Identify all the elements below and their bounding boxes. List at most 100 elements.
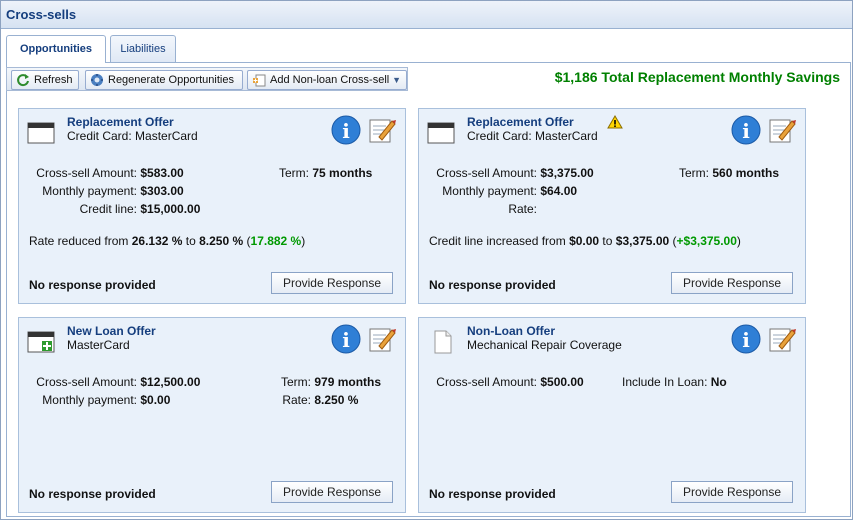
refresh-button[interactable]: Refresh [11, 70, 79, 90]
window-title: Cross-sells [6, 7, 77, 22]
credit-line-row: Credit line: $15,000.00 [19, 202, 201, 216]
svg-text:i: i [742, 119, 750, 143]
credit-mid: to [599, 234, 616, 248]
cross-sell-card: Replacement Offer Credit Card: MasterCar… [18, 108, 406, 304]
include-in-loan-row: Include In Loan: No [622, 375, 727, 389]
monthly-payment-value: $64.00 [540, 184, 578, 198]
refresh-icon [17, 74, 29, 87]
provide-response-button[interactable]: Provide Response [271, 272, 393, 294]
cross-sell-amount-value: $500.00 [540, 375, 584, 389]
rate-mid: to [182, 234, 200, 248]
svg-text:i: i [342, 328, 350, 352]
card-title[interactable]: Replacement Offer [67, 115, 174, 129]
rate-label: Rate: [282, 393, 311, 407]
provide-response-button[interactable]: Provide Response [671, 481, 793, 503]
cross-sell-amount-value: $583.00 [140, 166, 184, 180]
term-value: 979 months [314, 375, 382, 389]
cross-sell-amount-value: $3,375.00 [540, 166, 594, 180]
info-icon[interactable]: i [731, 115, 761, 145]
monthly-payment-row: Monthly payment: $303.00 [19, 184, 184, 198]
cross-sells-window: Cross-sells Opportunities Liabilities Re… [0, 0, 853, 520]
term-label: Term: [281, 375, 311, 389]
credit-from: $0.00 [569, 234, 600, 248]
rate-change-text: Rate reduced from 26.132 % to 8.250 % (1… [29, 234, 305, 248]
cross-sell-amount-row: Cross-sell Amount: $12,500.00 [19, 375, 200, 389]
monthly-payment-value: $303.00 [140, 184, 184, 198]
monthly-payment-row: Monthly payment: $64.00 [419, 184, 577, 198]
include-in-loan-value: No [710, 375, 727, 389]
toolbar: Refresh Regenerate Opportunities Add Non… [6, 67, 408, 91]
svg-text:i: i [742, 328, 750, 352]
term-value: 560 months [712, 166, 780, 180]
rate-label: Rate: [508, 202, 537, 216]
card-title[interactable]: New Loan Offer [67, 324, 156, 338]
card-subtitle: Credit Card: MasterCard [67, 129, 198, 143]
term-label: Term: [679, 166, 709, 180]
response-status: No response provided [29, 278, 156, 292]
rate-from: 26.132 % [131, 234, 183, 248]
term-row: Term: 75 months [279, 166, 372, 180]
edit-icon[interactable] [367, 324, 397, 354]
chevron-down-icon: ▼ [392, 75, 401, 85]
credit-line-label: Credit line: [79, 202, 137, 216]
cross-sell-card: Replacement Offer Credit Card: MasterCar… [418, 108, 806, 304]
cross-sell-amount-row: Cross-sell Amount: $500.00 [419, 375, 584, 389]
response-status: No response provided [429, 278, 556, 292]
card-window-icon [427, 122, 455, 144]
credit-delta: +$3,375.00 [676, 234, 737, 248]
monthly-payment-label: Monthly payment: [42, 393, 137, 407]
credit-to: $3,375.00 [615, 234, 670, 248]
provide-response-button[interactable]: Provide Response [671, 272, 793, 294]
info-icon[interactable]: i [331, 115, 361, 145]
warning-icon [607, 115, 623, 129]
cross-sell-amount-label: Cross-sell Amount: [36, 375, 137, 389]
card-subtitle: MasterCard [67, 338, 130, 352]
tab-liabilities[interactable]: Liabilities [110, 35, 176, 62]
monthly-payment-label: Monthly payment: [442, 184, 537, 198]
add-non-loan-cross-sell-button[interactable]: Add Non-loan Cross-sell ▼ [247, 70, 407, 90]
cross-sell-amount-label: Cross-sell Amount: [436, 375, 537, 389]
term-label: Term: [279, 166, 309, 180]
document-icon [434, 330, 452, 354]
response-status: No response provided [29, 487, 156, 501]
credit-change-text: Credit line increased from $0.00 to $3,3… [429, 234, 741, 248]
tab-opportunities[interactable]: Opportunities [6, 35, 106, 63]
credit-line-value: $15,000.00 [140, 202, 201, 216]
card-title[interactable]: Replacement Offer [467, 115, 574, 129]
card-subtitle: Credit Card: MasterCard [467, 129, 598, 143]
info-icon[interactable]: i [731, 324, 761, 354]
rate-close: ) [301, 234, 306, 248]
gear-globe-icon [91, 74, 103, 86]
total-savings-text: $1,186 Total Replacement Monthly Savings [554, 69, 840, 85]
rate-prefix: Rate reduced from [29, 234, 132, 248]
card-title[interactable]: Non-Loan Offer [467, 324, 555, 338]
term-value: 75 months [312, 166, 373, 180]
rate-open: ( [243, 234, 251, 248]
monthly-payment-value: $0.00 [140, 393, 171, 407]
info-icon[interactable]: i [331, 324, 361, 354]
response-status: No response provided [429, 487, 556, 501]
include-in-loan-label: Include In Loan: [622, 375, 708, 389]
refresh-label: Refresh [34, 74, 73, 86]
rate-row: Rate: 8.250 % [219, 393, 358, 407]
term-row: Term: 979 months [219, 375, 381, 389]
add-non-loan-label: Add Non-loan Cross-sell [270, 74, 390, 86]
cross-sell-amount-value: $12,500.00 [140, 375, 201, 389]
edit-icon[interactable] [767, 115, 797, 145]
add-document-icon [253, 74, 266, 87]
card-subtitle: Mechanical Repair Coverage [467, 338, 622, 352]
monthly-payment-label: Monthly payment: [42, 184, 137, 198]
cross-sell-card: Non-Loan Offer Mechanical Repair Coverag… [418, 317, 806, 513]
svg-text:i: i [342, 119, 350, 143]
cross-sell-amount-row: Cross-sell Amount: $583.00 [19, 166, 184, 180]
rate-value: 8.250 % [314, 393, 359, 407]
edit-icon[interactable] [767, 324, 797, 354]
cross-sell-amount-label: Cross-sell Amount: [36, 166, 137, 180]
provide-response-button[interactable]: Provide Response [271, 481, 393, 503]
credit-open: ( [669, 234, 677, 248]
edit-icon[interactable] [367, 115, 397, 145]
cross-sell-card: New Loan Offer MasterCard i Cross-sell A… [18, 317, 406, 513]
regenerate-opportunities-button[interactable]: Regenerate Opportunities [85, 70, 243, 90]
monthly-payment-row: Monthly payment: $0.00 [19, 393, 170, 407]
term-row: Term: 560 months [679, 166, 779, 180]
